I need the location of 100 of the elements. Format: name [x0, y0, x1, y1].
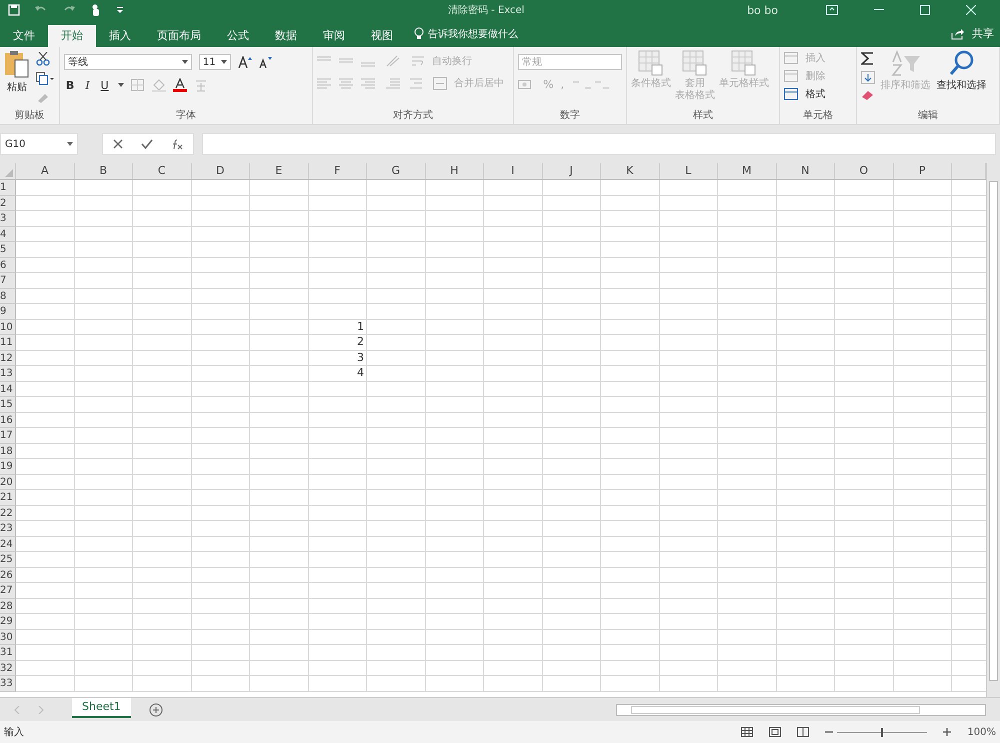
horizontal-scrollbar[interactable] — [616, 704, 986, 716]
row-header[interactable]: 15 — [0, 397, 16, 412]
customize-icon[interactable] — [116, 6, 124, 14]
row-header[interactable]: 10 — [0, 320, 16, 335]
zoom-level[interactable]: 100% — [967, 726, 996, 738]
row-header[interactable]: 26 — [0, 568, 16, 583]
phonetic-icon[interactable] — [194, 78, 208, 92]
table-cell[interactable]: 3 — [308, 350, 367, 366]
paste-button[interactable]: 粘贴 — [7, 80, 27, 94]
scissors-icon[interactable] — [36, 52, 50, 66]
dropdown-icon[interactable] — [67, 142, 73, 146]
ribbon-tab[interactable]: 公式 — [214, 25, 262, 47]
page-break-icon[interactable] — [797, 727, 810, 737]
table-cell[interactable]: 1 — [308, 320, 367, 335]
ribbon-tab[interactable]: 开始 — [48, 25, 96, 47]
insert-function-icon[interactable] — [171, 138, 183, 150]
row-header[interactable]: 17 — [0, 428, 16, 444]
cells-button[interactable]: 格式 — [805, 87, 826, 101]
column-header[interactable]: D — [192, 163, 250, 179]
underline-button[interactable]: U — [98, 78, 111, 92]
cells-icon[interactable] — [784, 88, 798, 100]
border-icon[interactable] — [130, 79, 145, 91]
table-cell[interactable]: 4 — [308, 366, 367, 382]
clipboard-icon[interactable] — [4, 50, 30, 78]
sum-icon[interactable] — [860, 52, 874, 65]
column-header[interactable]: L — [660, 163, 718, 179]
row-header[interactable]: 9 — [0, 304, 16, 320]
column-header[interactable]: I — [484, 163, 542, 179]
column-header[interactable]: H — [426, 163, 484, 179]
bold-button[interactable]: B — [64, 78, 76, 92]
row-header[interactable]: 33 — [0, 676, 16, 692]
share-button[interactable]: 共享 — [972, 26, 994, 41]
row-header[interactable]: 2 — [0, 196, 16, 211]
decimal-icon[interactable] — [571, 78, 612, 90]
column-header[interactable]: M — [718, 163, 776, 179]
page-layout-icon[interactable] — [769, 727, 782, 737]
row-header[interactable]: 20 — [0, 474, 16, 490]
wrap-text-icon[interactable] — [410, 54, 425, 68]
ribbon-tab[interactable]: 数据 — [262, 25, 310, 47]
add-sheet-icon[interactable] — [148, 702, 163, 716]
row-header[interactable]: 29 — [0, 614, 16, 630]
column-header[interactable]: F — [308, 163, 367, 179]
row-header[interactable]: 32 — [0, 660, 16, 676]
table-cell[interactable]: 2 — [308, 335, 367, 350]
column-header[interactable]: J — [542, 163, 601, 179]
font-name-field[interactable]: 等线 — [64, 54, 192, 70]
row-header[interactable]: 22 — [0, 506, 16, 521]
find-select-button[interactable]: 查找和选择 — [936, 78, 986, 92]
cells-icon[interactable] — [784, 70, 798, 82]
row-header[interactable]: 4 — [0, 226, 16, 242]
row-header[interactable]: 6 — [0, 258, 16, 273]
column-header[interactable]: G — [367, 163, 426, 179]
vertical-scrollbar[interactable] — [986, 163, 1000, 697]
row-header[interactable]: 5 — [0, 242, 16, 258]
row-header[interactable]: 18 — [0, 444, 16, 459]
zoom-in-icon[interactable] — [943, 728, 952, 736]
column-header[interactable]: C — [133, 163, 192, 179]
cells-icon[interactable] — [784, 52, 798, 64]
row-header[interactable]: 13 — [0, 366, 16, 382]
check-icon[interactable] — [141, 139, 153, 149]
sheet-tab[interactable]: Sheet1 — [72, 698, 131, 718]
close-icon[interactable] — [966, 5, 976, 15]
scroll-right-icon[interactable] — [38, 706, 44, 714]
grow-font-icon[interactable] — [238, 56, 252, 68]
sort-filter-icon[interactable] — [890, 50, 920, 76]
ribbon-tab[interactable]: 视图 — [358, 25, 406, 47]
row-header[interactable]: 25 — [0, 552, 16, 568]
row-header[interactable]: 21 — [0, 490, 16, 506]
ribbon-tab[interactable]: 插入 — [96, 25, 144, 47]
ribbon-tab[interactable]: 文件 — [0, 25, 48, 47]
row-header[interactable]: 24 — [0, 536, 16, 552]
column-header[interactable]: A — [16, 163, 74, 179]
column-header[interactable]: B — [74, 163, 133, 179]
table-style-icon[interactable] — [638, 50, 664, 76]
row-header[interactable]: 12 — [0, 350, 16, 366]
minimize-icon[interactable] — [874, 9, 884, 11]
touch-icon[interactable] — [90, 4, 102, 16]
font-color-icon[interactable] — [172, 78, 187, 92]
eraser-icon[interactable] — [860, 90, 874, 100]
column-header[interactable]: E — [250, 163, 308, 179]
column-header[interactable]: O — [835, 163, 894, 179]
scroll-left-icon[interactable] — [14, 706, 20, 714]
fill-down-icon[interactable] — [860, 71, 874, 84]
row-header[interactable]: 11 — [0, 335, 16, 350]
row-header[interactable]: 16 — [0, 412, 16, 428]
row-header[interactable]: 27 — [0, 583, 16, 598]
row-header[interactable]: 19 — [0, 459, 16, 474]
row-header[interactable]: 28 — [0, 598, 16, 614]
merge-icon[interactable] — [432, 76, 447, 90]
search-icon[interactable] — [948, 50, 974, 76]
ribbon-display-icon[interactable] — [826, 5, 838, 15]
row-header[interactable]: 1 — [0, 180, 16, 196]
ribbon-tab[interactable]: 页面布局 — [144, 25, 214, 47]
share-icon[interactable] — [951, 28, 964, 40]
dropdown-icon[interactable] — [182, 60, 188, 64]
zoom-slider-thumb[interactable] — [881, 728, 884, 736]
dropdown-icon[interactable] — [220, 60, 227, 64]
cancel-icon[interactable] — [113, 139, 123, 149]
column-header[interactable]: N — [776, 163, 835, 179]
row-header[interactable]: 3 — [0, 211, 16, 226]
